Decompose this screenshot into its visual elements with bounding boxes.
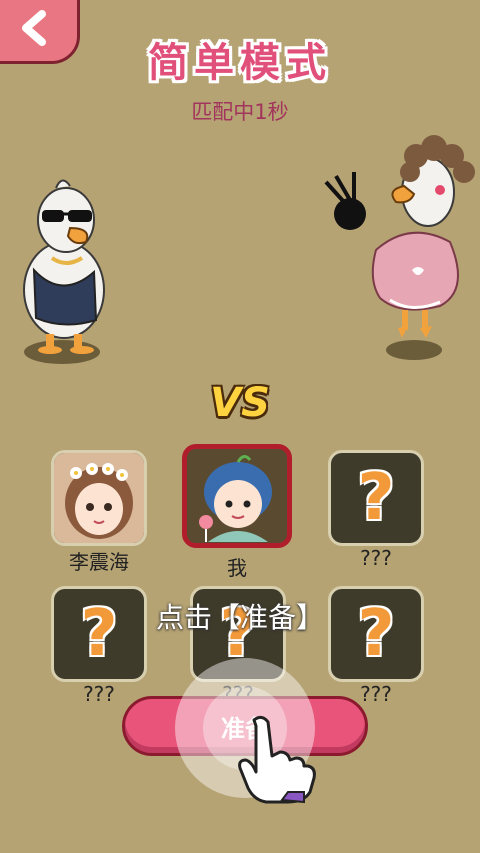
player-name-1: 李震海	[69, 550, 129, 574]
player-name-self: 我	[227, 556, 247, 580]
player-slot-self	[182, 444, 292, 548]
cool-goose-character	[23, 179, 105, 364]
player-slot-3: ?	[328, 450, 424, 546]
player-name-3: ???	[360, 546, 392, 570]
ready-hint: 点击【准备】	[155, 601, 324, 634]
curly-goose-character	[324, 135, 475, 360]
matching-status: 匹配中1秒	[191, 100, 289, 124]
player-slot-1	[51, 450, 147, 546]
vs-label: VS	[210, 380, 270, 426]
girl-flower-crown-avatar	[54, 453, 144, 543]
boy-blue-hair-avatar	[188, 450, 286, 542]
mode-title: 简单模式	[148, 40, 332, 86]
question-mark-icon: ?	[357, 461, 395, 535]
tap-hand-icon	[238, 715, 316, 804]
